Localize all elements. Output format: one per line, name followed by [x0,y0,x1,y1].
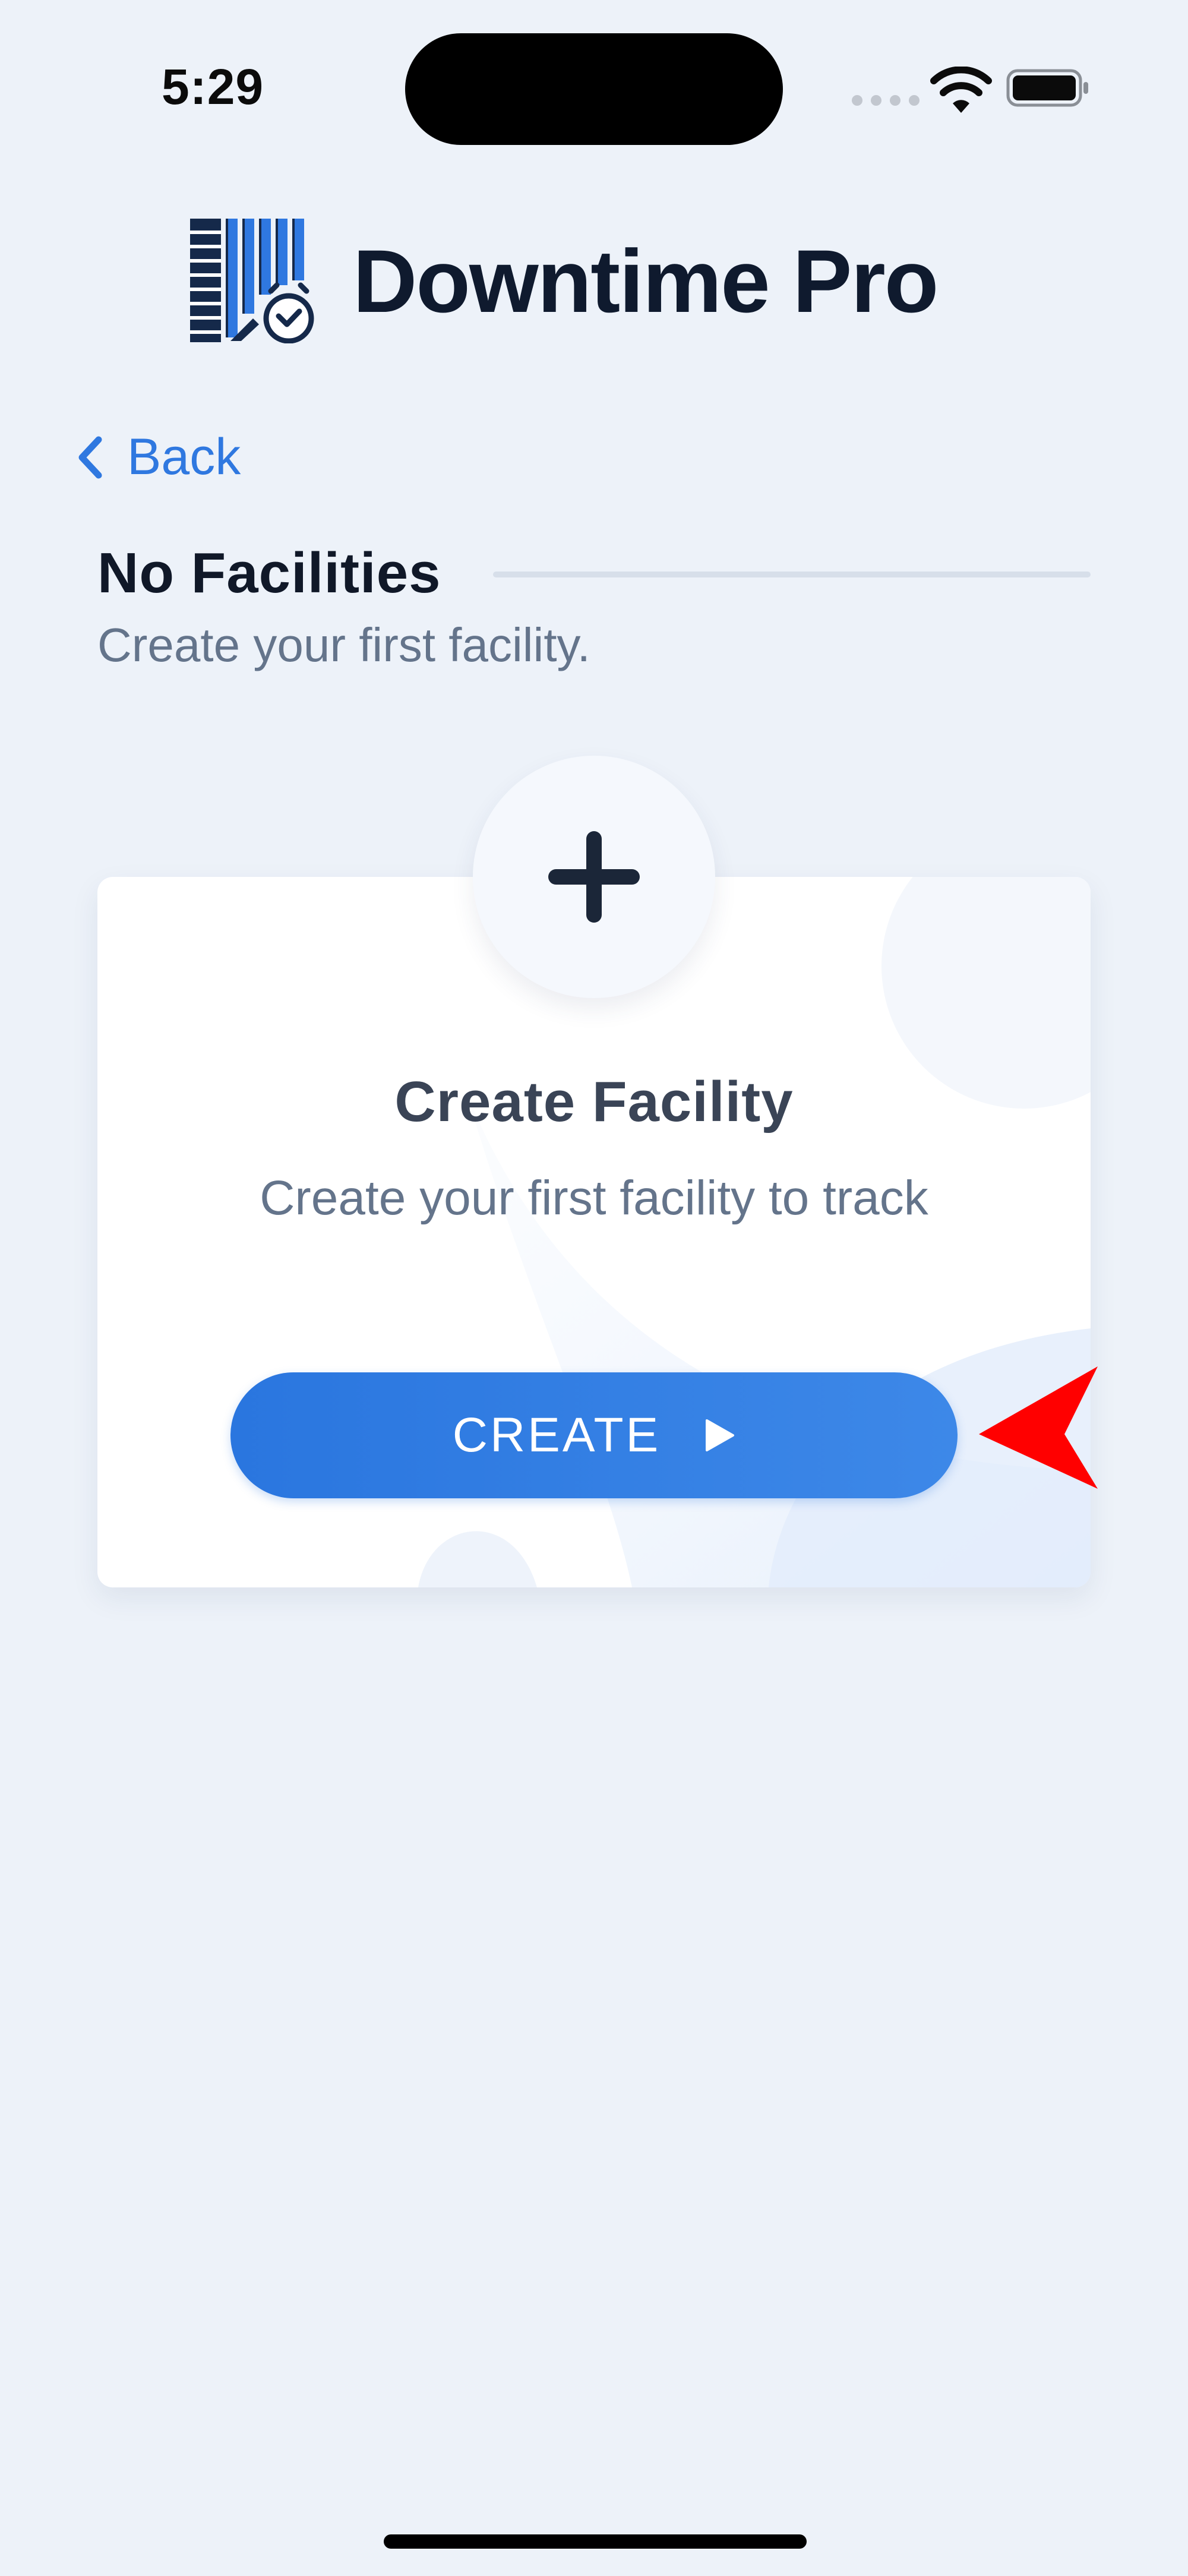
create-button-label: CREATE [452,1408,661,1462]
barcode-clock-icon [190,219,314,343]
cellular-signal-icon [852,95,920,106]
section-subtitle: Create your first facility. [97,618,590,671]
chevron-left-icon [78,436,102,478]
plus-icon [548,831,640,923]
play-icon [706,1419,735,1451]
red-pointer-arrow-icon [979,1366,1098,1489]
app-logo: Downtime Pro [188,219,939,343]
dynamic-island [405,33,783,145]
section-title: No Facilities [97,541,441,605]
status-time: 5:29 [162,59,264,115]
add-facility-icon-button[interactable] [473,756,715,998]
card-title: Create Facility [394,1070,794,1134]
back-label: Back [127,428,241,485]
home-indicator[interactable] [384,2534,807,2549]
back-button[interactable]: Back [76,428,241,487]
wifi-icon [930,67,992,113]
app-name: Downtime Pro [353,231,939,331]
battery-icon [1006,69,1088,107]
section-divider [493,572,1091,577]
create-button[interactable]: CREATE [230,1372,958,1498]
card-description: Create your first facility to track [260,1171,928,1225]
